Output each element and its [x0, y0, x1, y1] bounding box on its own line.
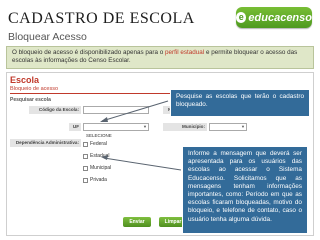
- callout-message: Informe a mensagem que deverá ser aprese…: [182, 146, 308, 234]
- search-arrowhead: [100, 117, 108, 122]
- message-arrowhead: [101, 155, 108, 160]
- message-arrow: [103, 157, 182, 171]
- search-arrow: [101, 100, 169, 122]
- callout-search: Pesquise as escolas que terão o cadastro…: [170, 89, 310, 117]
